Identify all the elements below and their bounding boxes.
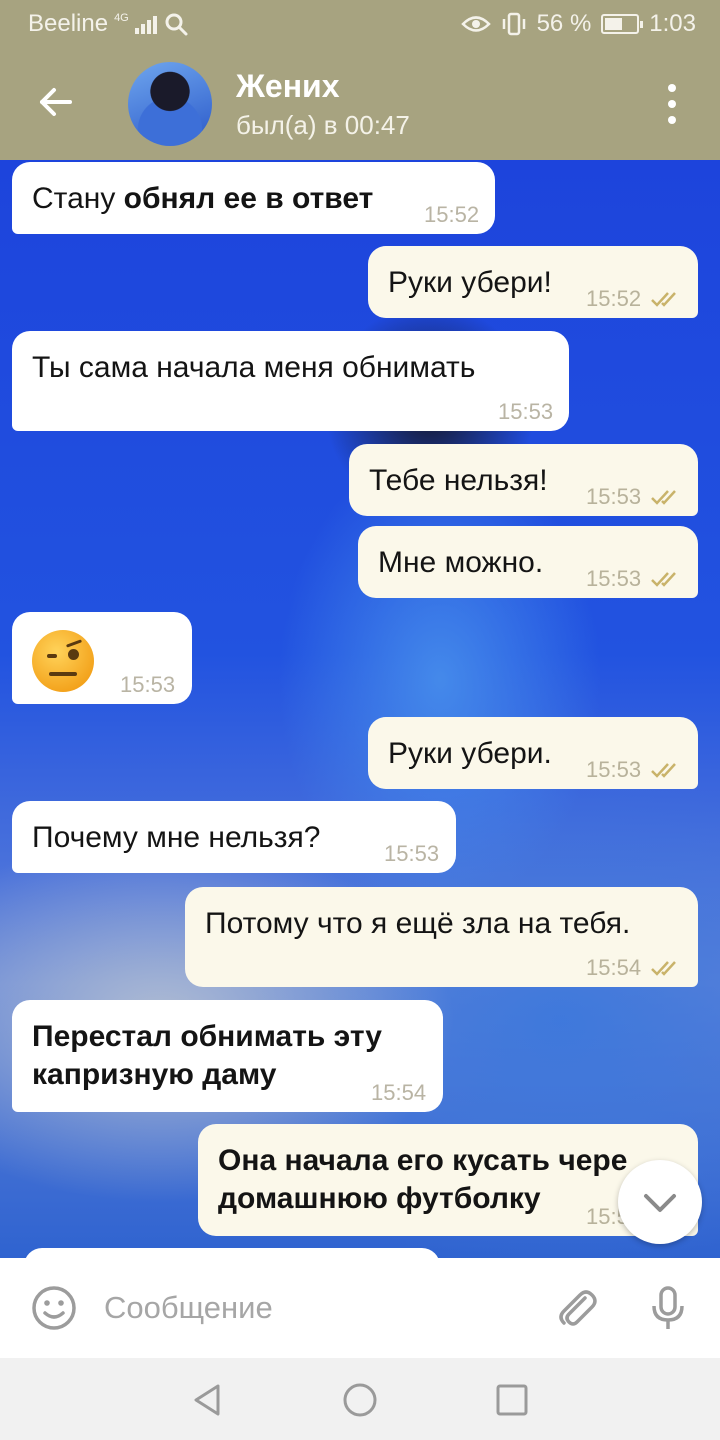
message-outgoing[interactable]: Тебе нельзя! 15:53 <box>349 444 698 516</box>
message-time: 15:54 <box>371 1080 427 1105</box>
message-incoming[interactable]: Почему мне нельзя? 15:53 <box>12 801 456 873</box>
message-time: 15:52 <box>586 286 642 311</box>
microphone-icon[interactable] <box>644 1284 692 1332</box>
scroll-down-button[interactable] <box>618 1160 702 1244</box>
more-vertical-icon[interactable] <box>656 84 688 124</box>
signal-icon <box>134 14 157 34</box>
message-text: Ты сама начала меня обнимать <box>32 351 476 384</box>
chat-header: Жених был(а) в 00:47 <box>0 48 720 160</box>
message-text: Почему мне нельзя? <box>32 821 321 854</box>
vibrate-icon <box>502 12 525 36</box>
message-text: Мне можно. <box>378 546 544 579</box>
eye-icon <box>460 16 491 32</box>
message-time: 15:53 <box>498 399 554 424</box>
status-bar: Beeline 4G 56 % 1:03 <box>0 0 720 48</box>
avatar[interactable] <box>128 62 212 146</box>
message-time: 15:53 <box>120 672 176 697</box>
carrier-label: Beeline <box>28 10 109 37</box>
message-time: 15:53 <box>586 484 642 509</box>
double-check-icon <box>651 292 676 307</box>
status-left: Beeline 4G <box>28 10 189 38</box>
recents-square-icon[interactable] <box>492 1380 532 1420</box>
message-outgoing[interactable]: Руки убери! 15:52 <box>368 246 698 318</box>
message-input[interactable]: Сообщение <box>104 1290 273 1326</box>
message-text: Потому что я ещё зла на тебя. <box>205 907 631 940</box>
message-text: Стану обнял ее в ответ <box>32 182 374 215</box>
contact-name[interactable]: Жених <box>236 68 340 105</box>
message-incoming[interactable]: Ты сама начала меня обнимать 15:53 <box>12 331 569 431</box>
message-time: 15:53 <box>586 757 642 782</box>
message-time: 15:53 <box>586 566 642 591</box>
back-triangle-icon[interactable] <box>188 1380 228 1420</box>
emoji-icon[interactable] <box>30 1284 78 1332</box>
message-time: 15:54 <box>586 955 642 980</box>
double-check-icon <box>651 961 676 976</box>
status-right: 56 % 1:03 <box>460 10 696 38</box>
message-text: Руки убери. <box>388 737 552 770</box>
back-arrow-icon[interactable] <box>32 78 80 126</box>
system-nav-bar <box>0 1358 720 1440</box>
message-text: Перестал обнимать эту капризную даму <box>32 1020 382 1091</box>
attach-icon[interactable] <box>552 1284 600 1332</box>
message-time: 15:52 <box>424 202 480 227</box>
home-circle-icon[interactable] <box>340 1380 380 1420</box>
message-input-bar: Сообщение <box>0 1258 720 1358</box>
message-time: 15:53 <box>384 841 440 866</box>
chevron-down-icon <box>644 1194 676 1212</box>
message-incoming[interactable]: Стану обнял ее в ответ 15:52 <box>12 162 495 234</box>
message-outgoing[interactable]: Мне можно. 15:53 <box>358 526 698 598</box>
message-text: Тебе нельзя! <box>369 464 548 497</box>
message-outgoing[interactable]: Руки убери. 15:53 <box>368 717 698 789</box>
battery-icon <box>601 14 644 34</box>
double-check-icon <box>651 490 676 505</box>
last-seen: был(а) в 00:47 <box>236 110 410 140</box>
message-incoming[interactable]: 15:53 <box>12 612 192 704</box>
message-incoming[interactable]: Перестал обнимать эту капризную даму 15:… <box>12 1000 443 1112</box>
message-incoming[interactable] <box>24 1248 440 1258</box>
search-icon <box>165 13 188 36</box>
raised-eyebrow-emoji-icon <box>32 630 94 692</box>
network-type: 4G <box>114 12 129 24</box>
battery-percent: 56 % <box>536 10 592 37</box>
clock: 1:03 <box>649 10 696 37</box>
double-check-icon <box>651 572 676 587</box>
double-check-icon <box>651 763 676 778</box>
chat-area[interactable]: Стану обнял ее в ответ 15:52 Руки убери!… <box>0 160 720 1258</box>
message-outgoing[interactable]: Потому что я ещё зла на тебя. 15:54 <box>185 887 698 987</box>
message-text: Руки убери! <box>388 266 552 299</box>
